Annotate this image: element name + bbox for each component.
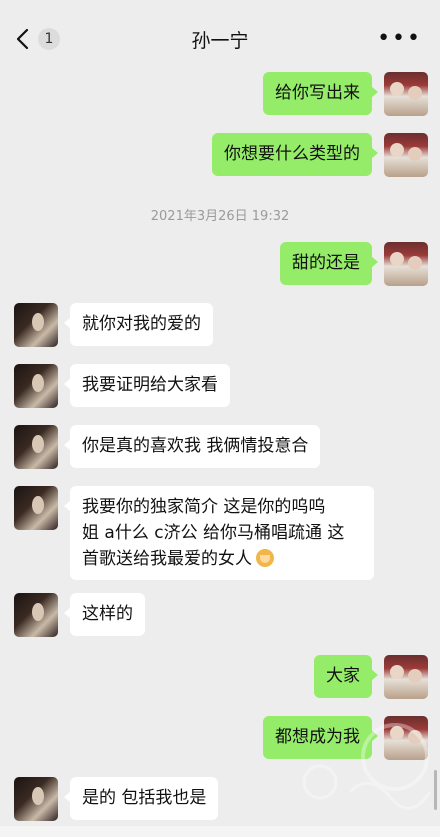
message-bubble[interactable]: 我要你的独家简介 这是你的呜呜 姐 a什么 c济公 给你马桶唱疏通 这 首歌送给…	[64, 486, 374, 580]
message-bubble[interactable]: 大家	[314, 655, 378, 698]
message-line: 姐 a什么 c济公 给你马桶唱疏通 这	[82, 523, 345, 543]
chat-title: 孙一宁	[191, 30, 249, 52]
message-bubble[interactable]: 就你对我的爱的	[64, 303, 213, 346]
message-bubble[interactable]: 甜的还是	[280, 242, 378, 285]
avatar-self[interactable]	[384, 72, 428, 116]
message-bubble[interactable]: 我要证明给大家看	[64, 364, 230, 407]
message-line: 我要你的独家简介 这是你的呜呜	[82, 497, 326, 517]
avatar-contact[interactable]	[14, 777, 58, 821]
avatar-contact[interactable]	[14, 303, 58, 347]
message-bubble[interactable]: 你是真的喜欢我 我俩情投意合	[63, 425, 321, 468]
more-options-icon[interactable]: •••	[377, 26, 422, 51]
avatar-self[interactable]	[384, 133, 428, 177]
watermark-logo	[302, 723, 432, 810]
message-bubble[interactable]: 是的 包括我也是	[63, 777, 219, 820]
message-bubble[interactable]: 你想要什么类型的	[212, 133, 378, 176]
avatar-contact[interactable]	[14, 486, 58, 530]
avatar-self[interactable]	[384, 242, 428, 286]
avatar-contact[interactable]	[14, 425, 58, 469]
avatar-contact[interactable]	[14, 593, 58, 637]
chat-header: 1 孙一宁 •••	[0, 0, 440, 68]
message-line: 首歌送给我最爱的女人	[82, 546, 362, 572]
input-bar-edge	[0, 826, 440, 837]
message-bubble[interactable]: 这样的	[64, 593, 145, 636]
avatar-contact[interactable]	[14, 364, 58, 408]
scrollbar[interactable]	[434, 770, 437, 810]
avatar-self[interactable]	[384, 655, 428, 699]
message-bubble[interactable]: 给你写出来	[263, 72, 378, 115]
woman-emoji-icon	[256, 549, 274, 567]
message-timestamp: 2021年3月26日 19:32	[150, 209, 290, 224]
